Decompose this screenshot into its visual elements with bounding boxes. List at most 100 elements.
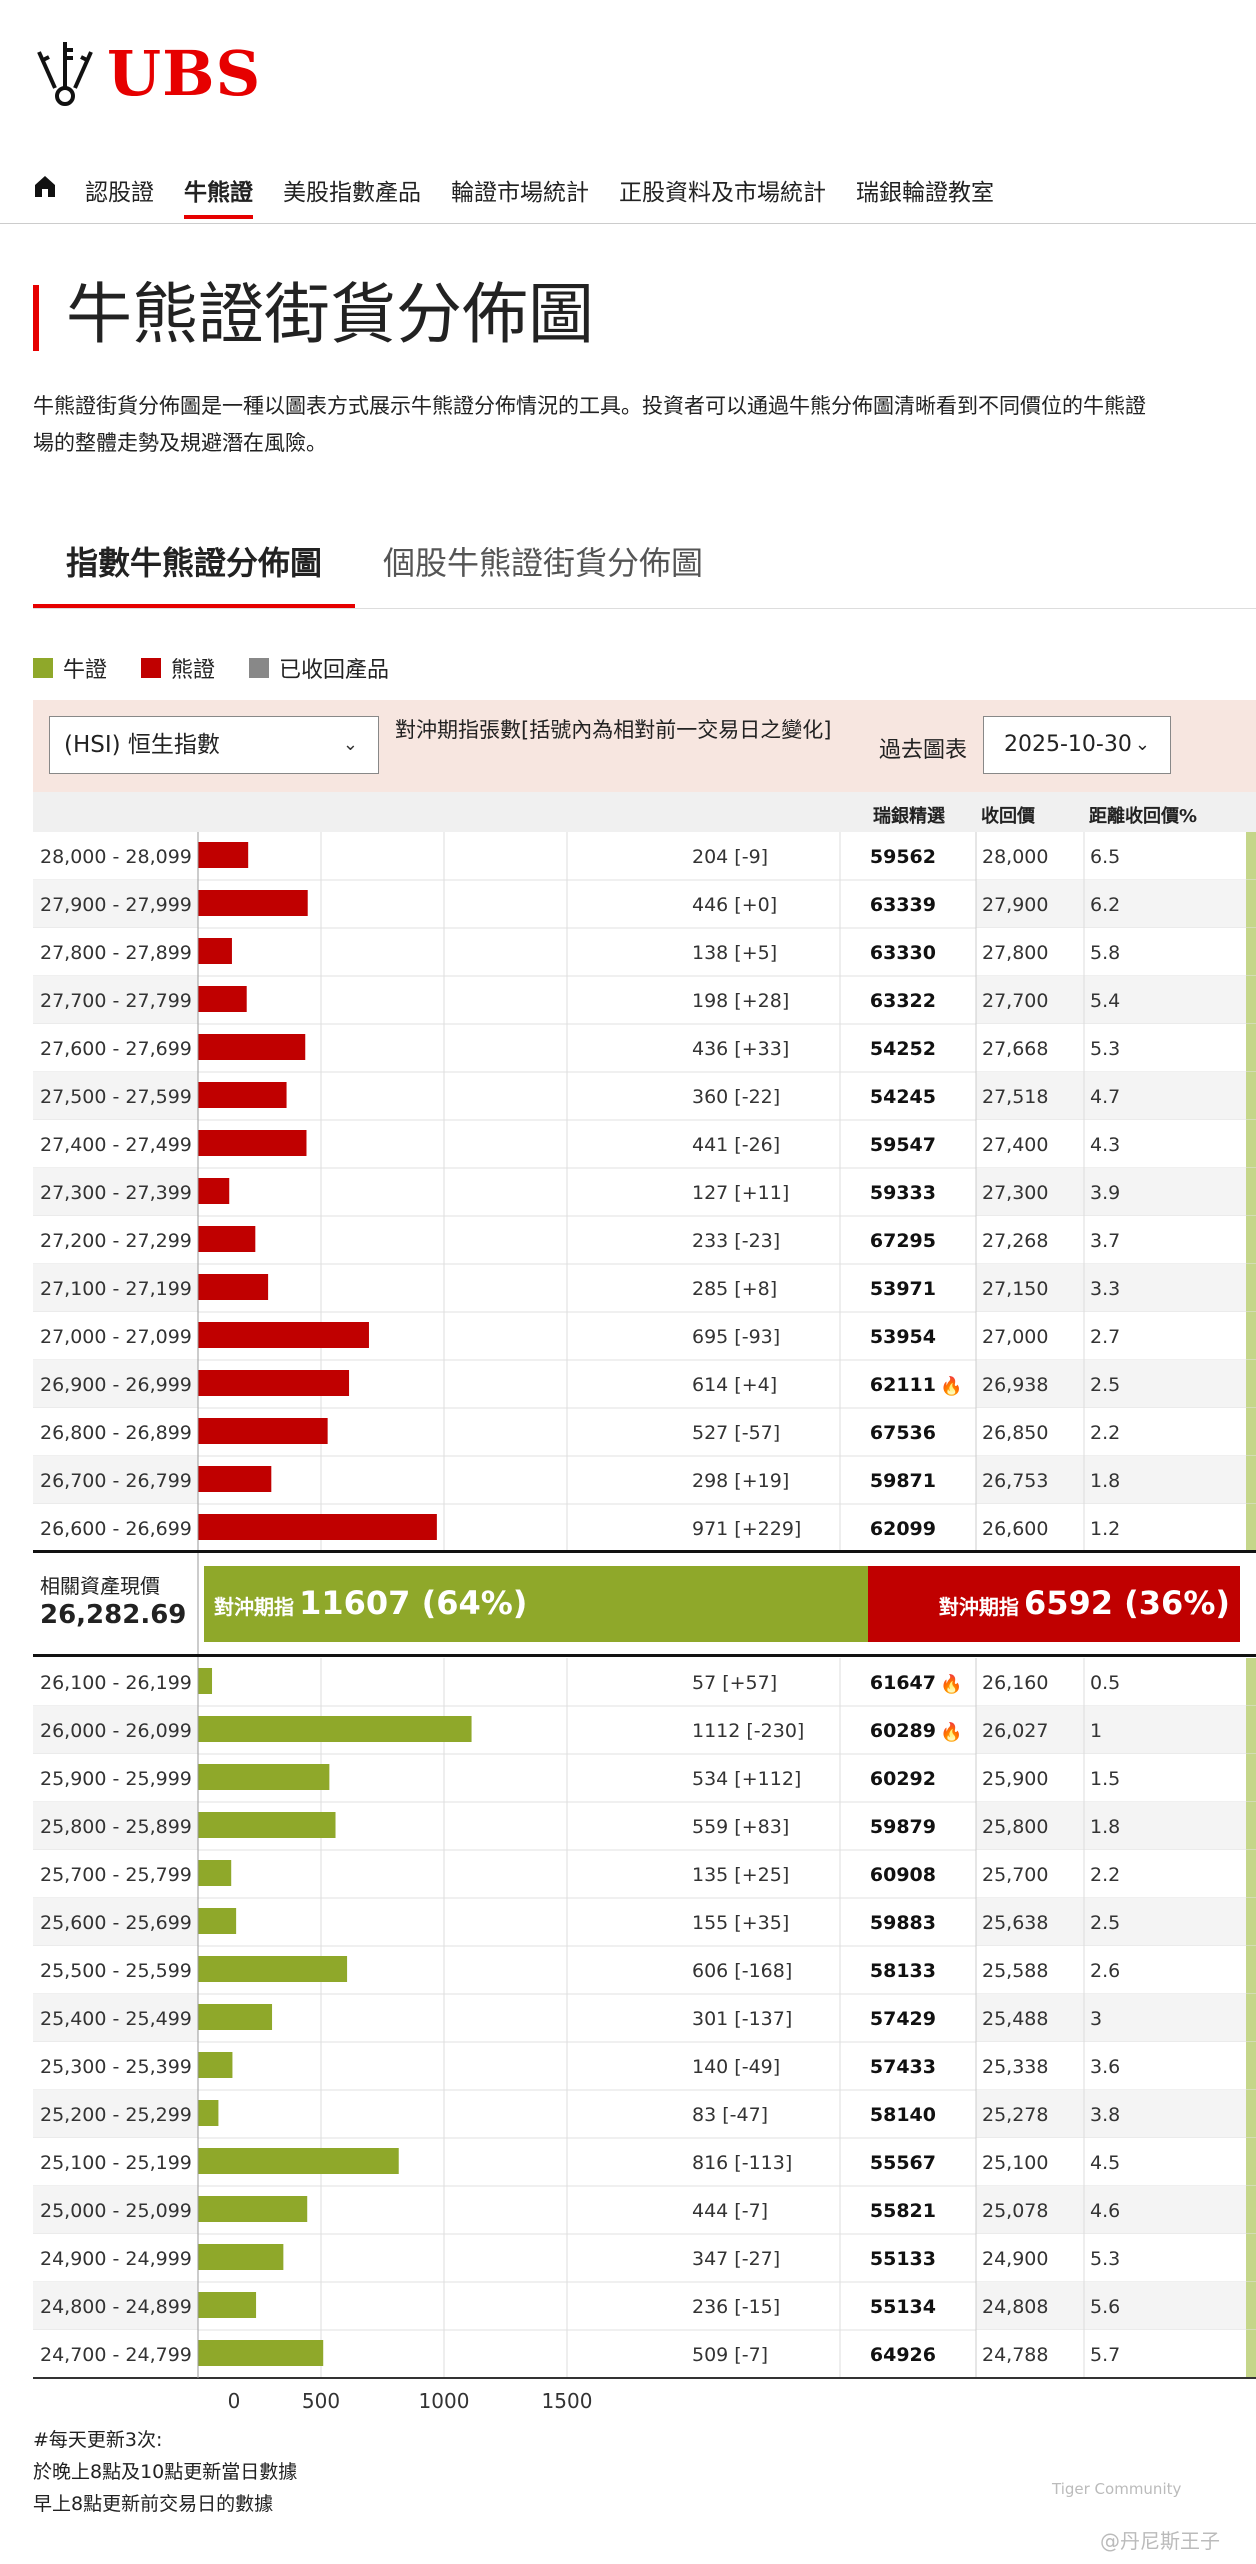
nav-item-education[interactable]: 瑞銀輪證教室 — [856, 165, 994, 207]
nav-item-stock-info[interactable]: 正股資料及市場統計 — [619, 165, 826, 207]
bear-value-label: 971 [+229] — [692, 1518, 801, 1540]
bear-value-label: 695 [-93] — [692, 1326, 780, 1348]
bear-bar — [198, 1370, 350, 1396]
row-edge-bar — [1246, 1994, 1256, 2042]
bull-value-label: 347 [-27] — [692, 2248, 780, 2270]
tab-index-cbbc[interactable]: 指數牛熊證分佈圖 — [33, 538, 355, 588]
bear-pick-code: 62099 — [870, 1518, 936, 1540]
bull-call-price: 25,488 — [982, 2008, 1048, 2030]
legend-label-bull: 牛證 — [63, 658, 108, 683]
bull-call-price: 26,160 — [982, 1672, 1048, 1694]
page-description: 牛熊證街貨分佈圖是一種以圖表方式展示牛熊證分佈情況的工具。投資者可以通過牛熊分佈… — [33, 388, 1256, 462]
bull-call-price: 24,808 — [982, 2296, 1048, 2318]
bear-value-label: 614 [+4] — [692, 1374, 777, 1396]
bear-pick-code: 63330 — [870, 942, 936, 964]
bear-bar — [198, 1514, 437, 1540]
row-edge-bar — [1246, 1706, 1256, 1754]
bear-bar — [198, 1130, 307, 1156]
logo-text: UBS — [107, 37, 262, 110]
bull-call-price: 26,027 — [982, 1720, 1048, 1742]
row-edge-bar — [1246, 1072, 1256, 1120]
date-select[interactable]: 2025-10-30 ⌄ — [983, 716, 1171, 774]
row-edge-bar — [1246, 1120, 1256, 1168]
bull-pick-code: 58140 — [870, 2104, 936, 2126]
home-icon[interactable] — [33, 173, 57, 199]
row-edge-bar — [1246, 1312, 1256, 1360]
bull-range-label: 24,700 - 24,799 — [40, 2344, 192, 2366]
bull-range-label: 26,100 - 26,199 — [40, 1672, 192, 1694]
row-edge-bar — [1246, 1456, 1256, 1504]
active-tab-indicator — [33, 604, 355, 608]
bull-distance: 1.8 — [1090, 1816, 1120, 1838]
bear-range-label: 27,100 - 27,199 — [40, 1278, 192, 1300]
bull-pick-code: 55134 — [870, 2296, 936, 2318]
x-tick-label: 1500 — [542, 2389, 593, 2413]
asset-price-value: 26,282.69 — [40, 1600, 187, 1630]
bear-hedge-bar: 對沖期指 6592 (36%) — [868, 1566, 1240, 1642]
bull-call-price: 25,588 — [982, 1960, 1048, 1982]
bull-distance: 0.5 — [1090, 1672, 1120, 1694]
bear-value-label: 446 [+0] — [692, 894, 777, 916]
bull-bar — [198, 2244, 284, 2270]
bull-distance: 2.6 — [1090, 1960, 1120, 1982]
bear-pick-code: 59547 — [870, 1134, 936, 1156]
bull-pick-code: 64926 — [870, 2344, 936, 2366]
bull-value-label: 57 [+57] — [692, 1672, 777, 1694]
bear-range-label: 27,900 - 27,999 — [40, 894, 192, 916]
bear-call-price: 27,000 — [982, 1326, 1048, 1348]
bear-value-label: 204 [-9] — [692, 846, 768, 868]
row-edge-bar — [1246, 976, 1256, 1024]
tab-stock-cbbc[interactable]: 個股牛熊證街貨分佈圖 — [383, 538, 703, 588]
bull-value-label: 155 [+35] — [692, 1912, 789, 1934]
nav-item-market-stats[interactable]: 輪證市場統計 — [451, 165, 589, 207]
legend-swatch-bear — [141, 658, 162, 678]
nav-item-cbbc[interactable]: 牛熊證 — [184, 165, 253, 219]
column-header-distance: 距離收回價% — [1089, 806, 1198, 827]
underlying-select-value: (HSI) 恒生指數 — [64, 732, 220, 758]
bear-call-price: 26,600 — [982, 1518, 1048, 1540]
bull-value-label: 606 [-168] — [692, 1960, 792, 1982]
bull-bar — [198, 2004, 273, 2030]
row-edge-bar — [1246, 1946, 1256, 1994]
bull-bar — [198, 2340, 324, 2366]
x-tick-label: 1000 — [419, 2389, 470, 2413]
bear-distance: 4.7 — [1090, 1086, 1120, 1108]
nav-divider — [0, 223, 1256, 224]
chevron-down-icon: ⌄ — [1134, 734, 1150, 755]
bear-pick-code: 54252 — [870, 1038, 936, 1060]
bull-range-label: 24,900 - 24,999 — [40, 2248, 192, 2270]
nav-item-us-index[interactable]: 美股指數產品 — [283, 165, 421, 207]
legend-bear: 熊證 — [141, 652, 215, 684]
bear-value-label: 285 [+8] — [692, 1278, 777, 1300]
row-edge-bar — [1246, 2234, 1256, 2282]
bear-value-label: 198 [+28] — [692, 990, 789, 1012]
bear-distance: 6.2 — [1090, 894, 1120, 916]
summary-top-divider — [33, 1550, 1256, 1553]
bear-distance: 2.2 — [1090, 1422, 1120, 1444]
bear-bar — [198, 1082, 287, 1108]
bull-pick-code: 61647 — [870, 1672, 936, 1694]
bull-call-price: 25,078 — [982, 2200, 1048, 2222]
bull-pick-code: 59879 — [870, 1816, 936, 1838]
chart-legend: 牛證 熊證 已收回產品 — [33, 652, 423, 684]
bear-range-label: 26,600 - 26,699 — [40, 1518, 192, 1540]
bear-range-label: 27,300 - 27,399 — [40, 1182, 192, 1204]
bull-range-label: 24,800 - 24,899 — [40, 2296, 192, 2318]
date-select-value: 2025-10-30 — [1004, 732, 1132, 757]
bull-distance: 5.6 — [1090, 2296, 1120, 2318]
row-edge-bar — [1246, 1216, 1256, 1264]
row-edge-bar — [1246, 2282, 1256, 2330]
bull-bar — [198, 1860, 232, 1886]
fire-icon: 🔥 — [940, 1673, 962, 1695]
bear-value-label: 138 [+5] — [692, 942, 777, 964]
row-edge-bar — [1246, 2042, 1256, 2090]
underlying-select[interactable]: (HSI) 恒生指數 ⌄ — [49, 716, 379, 774]
ubs-logo[interactable]: UBS — [33, 38, 261, 110]
bull-bar — [198, 2196, 308, 2222]
nav-item-warrants[interactable]: 認股證 — [85, 165, 154, 207]
row-edge-bar — [1246, 1754, 1256, 1802]
bear-pick-code: 63322 — [870, 990, 936, 1012]
bull-distance: 1.5 — [1090, 1768, 1120, 1790]
row-edge-bar — [1246, 2330, 1256, 2378]
bull-distance: 5.3 — [1090, 2248, 1120, 2270]
